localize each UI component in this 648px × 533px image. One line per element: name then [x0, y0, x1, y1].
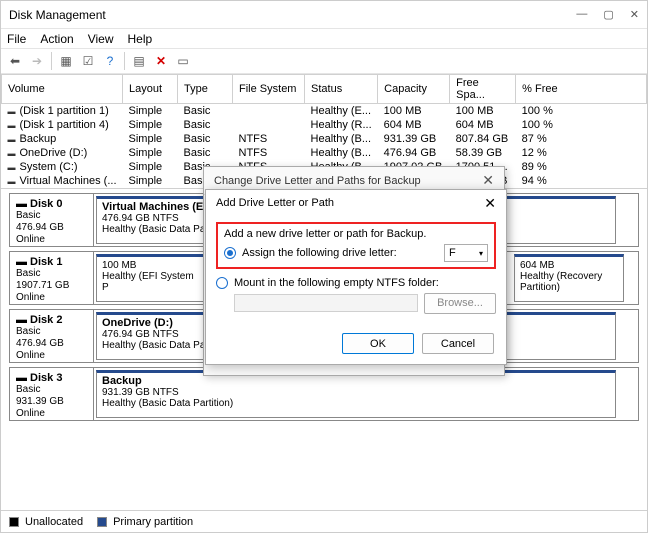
add-letter-prompt: Add a new drive letter or path for Backu… [224, 228, 488, 240]
partition[interactable]: 604 MBHealthy (Recovery Partition) [514, 254, 624, 302]
action-icon[interactable]: ▤ [129, 51, 149, 71]
help-icon[interactable]: ? [100, 51, 120, 71]
volume-row[interactable]: (Disk 1 partition 4)SimpleBasicHealthy (… [2, 118, 647, 132]
cancel-button[interactable]: Cancel [422, 333, 494, 354]
close-button[interactable]: ✕ [630, 8, 639, 21]
mount-folder-label: Mount in the following empty NTFS folder… [234, 277, 439, 289]
col-fs: File System [233, 75, 305, 104]
refresh-icon[interactable]: ☑ [78, 51, 98, 71]
partition[interactable]: Backup931.39 GB NTFSHealthy (Basic Data … [96, 370, 616, 418]
col-status: Status [305, 75, 378, 104]
volume-row[interactable]: (Disk 1 partition 1)SimpleBasicHealthy (… [2, 104, 647, 119]
volume-row[interactable]: BackupSimpleBasicNTFSHealthy (B...931.39… [2, 132, 647, 146]
legend: Unallocated Primary partition [1, 510, 647, 532]
col-volume: Volume [2, 75, 123, 104]
menu-help[interactable]: Help [128, 32, 153, 46]
assign-letter-label: Assign the following drive letter: [242, 247, 438, 259]
toolbar: ⬅ ➔ ▦ ☑ ? ▤ ✕ ▭ [1, 48, 647, 74]
mount-path-input [234, 294, 418, 312]
menu-view[interactable]: View [88, 32, 114, 46]
ok-button[interactable]: OK [342, 333, 414, 354]
col-pct: % Free [516, 75, 647, 104]
forward-icon[interactable]: ➔ [27, 51, 47, 71]
menu-action[interactable]: Action [40, 32, 73, 46]
column-headers[interactable]: Volume Layout Type File System Status Ca… [2, 75, 647, 104]
volume-row[interactable]: OneDrive (D:)SimpleBasicNTFSHealthy (B..… [2, 146, 647, 160]
assign-letter-radio[interactable] [224, 247, 236, 259]
legend-primary: Primary partition [113, 516, 193, 528]
add-drive-letter-dialog: Add Drive Letter or Path ✕ Add a new dri… [205, 189, 507, 365]
minimize-button[interactable]: — [576, 8, 587, 21]
chevron-down-icon: ▾ [479, 249, 483, 258]
col-capacity: Capacity [378, 75, 450, 104]
view-icon[interactable]: ▦ [56, 51, 76, 71]
mount-folder-radio[interactable] [216, 277, 228, 289]
back-icon[interactable]: ⬅ [5, 51, 25, 71]
close-icon[interactable]: ✕ [484, 195, 496, 212]
col-free: Free Spa... [450, 75, 516, 104]
legend-unallocated: Unallocated [25, 516, 83, 528]
delete-icon[interactable]: ✕ [151, 51, 171, 71]
title-bar: Disk Management — ▢ ✕ [1, 1, 647, 29]
col-type: Type [178, 75, 233, 104]
window-title: Disk Management [9, 8, 106, 22]
menu-file[interactable]: File [7, 32, 26, 46]
add-letter-title: Add Drive Letter or Path [216, 197, 334, 209]
properties-icon[interactable]: ▭ [173, 51, 193, 71]
menu-bar: File Action View Help [1, 29, 647, 48]
maximize-button[interactable]: ▢ [603, 8, 613, 21]
change-letter-title: Change Drive Letter and Paths for Backup [214, 175, 421, 187]
partition[interactable]: 100 MBHealthy (EFI System P [96, 254, 206, 302]
highlighted-option: Add a new drive letter or path for Backu… [216, 222, 496, 269]
drive-letter-select[interactable]: F▾ [444, 244, 488, 262]
close-icon[interactable]: ✕ [482, 172, 494, 189]
browse-button: Browse... [424, 293, 496, 314]
col-layout: Layout [123, 75, 178, 104]
